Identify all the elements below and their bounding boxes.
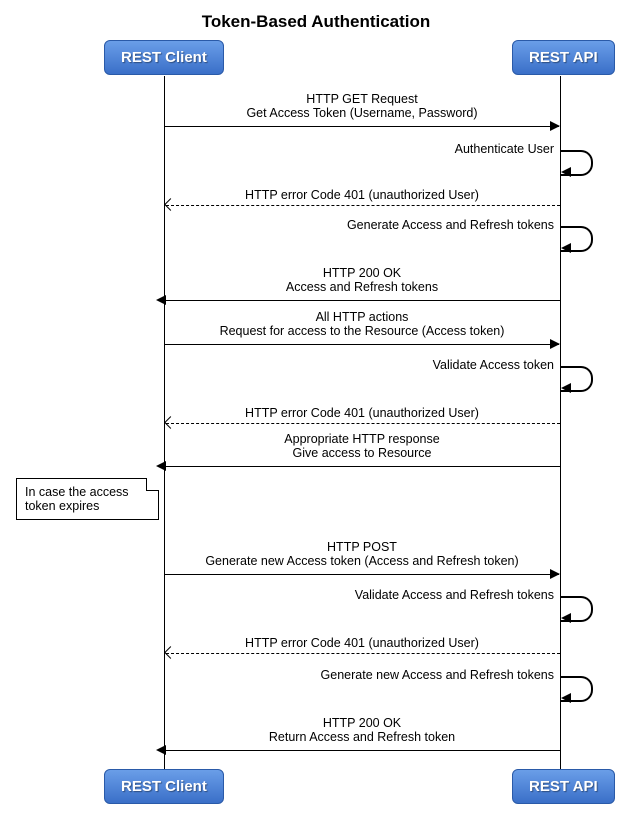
arrowhead-s1 xyxy=(561,167,571,177)
arrow-m6 xyxy=(166,466,560,467)
self-gen-new-tokens: Generate new Access and Refresh tokens xyxy=(321,668,554,682)
arrow-m5 xyxy=(166,423,560,424)
arrow-m7 xyxy=(165,574,559,575)
arrowhead-s3 xyxy=(561,383,571,393)
arrow-m3 xyxy=(166,300,560,301)
arrow-m1 xyxy=(165,126,559,127)
msg-200-return: HTTP 200 OK Return Access and Refresh to… xyxy=(164,716,560,744)
arrow-m2 xyxy=(166,205,560,206)
arrowhead-s5 xyxy=(561,693,571,703)
arrowhead-s2 xyxy=(561,243,571,253)
msg-401-a: HTTP error Code 401 (unauthorized User) xyxy=(164,188,560,202)
participant-api-top: REST API xyxy=(512,40,615,75)
msg-post-refresh: HTTP POST Generate new Access token (Acc… xyxy=(164,540,560,568)
msg-get-token: HTTP GET Request Get Access Token (Usern… xyxy=(164,92,560,120)
note-token-expired: In case the access token expires xyxy=(16,478,159,520)
diagram-title: Token-Based Authentication xyxy=(0,0,632,32)
arrowhead-m6 xyxy=(156,461,166,471)
arrowhead-m7 xyxy=(550,569,560,579)
arrowhead-s4 xyxy=(561,613,571,623)
participant-client-top: REST Client xyxy=(104,40,224,75)
lifeline-api xyxy=(560,76,561,770)
self-gen-tokens: Generate Access and Refresh tokens xyxy=(347,218,554,232)
msg-give-access: Appropriate HTTP response Give access to… xyxy=(164,432,560,460)
arrowhead-m1 xyxy=(550,121,560,131)
arrow-m4 xyxy=(165,344,559,345)
arrowhead-m4 xyxy=(550,339,560,349)
msg-401-c: HTTP error Code 401 (unauthorized User) xyxy=(164,636,560,650)
self-authenticate: Authenticate User xyxy=(455,142,554,156)
arrowhead-m3 xyxy=(156,295,166,305)
self-validate-access: Validate Access token xyxy=(433,358,554,372)
arrowhead-m9 xyxy=(156,745,166,755)
participant-api-bottom: REST API xyxy=(512,769,615,804)
participant-client-bottom: REST Client xyxy=(104,769,224,804)
msg-resource-request: All HTTP actions Request for access to t… xyxy=(164,310,560,338)
arrow-m9 xyxy=(166,750,560,751)
msg-200-tokens: HTTP 200 OK Access and Refresh tokens xyxy=(164,266,560,294)
arrow-m8 xyxy=(166,653,560,654)
msg-401-b: HTTP error Code 401 (unauthorized User) xyxy=(164,406,560,420)
self-validate-both: Validate Access and Refresh tokens xyxy=(355,588,554,602)
